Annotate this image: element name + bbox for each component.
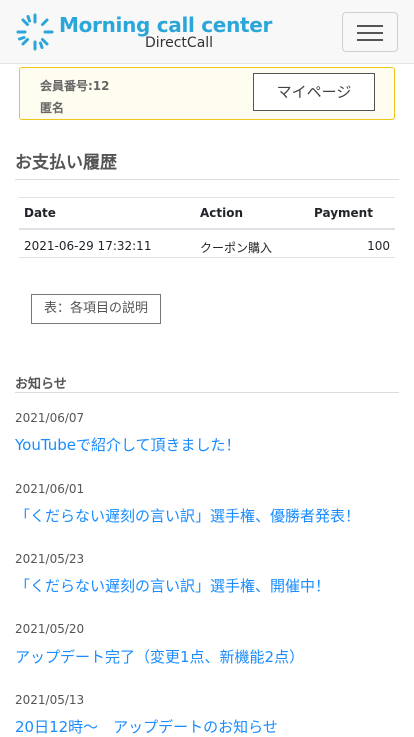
divider [15,392,399,393]
news-date: 2021/05/13 [15,693,85,707]
news-title: お知らせ [15,377,67,392]
logo-sunburst-icon[interactable] [16,13,54,51]
news-link[interactable]: 「くだらない遅刻の言い訳」選手権、優勝者発表！ [15,505,360,526]
menu-toggle-button[interactable] [342,12,398,52]
news-date: 2021/06/01 [15,482,85,496]
member-id: 会員番号:12 [40,79,110,93]
table-description-button[interactable]: 表：各項目の説明 [31,294,161,324]
hamburger-icon-bar [357,32,383,34]
hamburger-icon [357,25,383,27]
news-date: 2021/05/20 [15,622,85,636]
news-link[interactable]: 20日12時〜 アップデートのお知らせ [15,716,278,737]
cell-payment: 100 [367,239,390,253]
member-name: 匿名 [40,101,65,115]
cell-date: 2021-06-29 17:32:11 [24,239,152,253]
news-date: 2021/05/23 [15,552,85,566]
hamburger-icon-bar [357,39,383,41]
column-header-payment: Payment [314,206,373,220]
payment-history-title: お支払い履歴 [15,153,117,173]
brand-name[interactable]: Morning call center [59,13,272,37]
column-header-date: Date [24,206,56,220]
news-link[interactable]: YouTubeで紹介して頂きました！ [15,434,241,455]
news-link[interactable]: アップデート完了（変更1点、新機能2点） [15,646,304,667]
divider [15,179,399,180]
news-link[interactable]: 「くだらない遅刻の言い訳」選手権、開催中！ [15,575,330,596]
mypage-button[interactable]: マイページ [253,73,375,111]
cell-action: クーポン購入 [200,241,273,255]
news-date: 2021/06/07 [15,411,85,425]
navbar: Morning call center DirectCall [0,0,414,64]
brand-subname[interactable]: DirectCall [145,35,213,51]
member-info-box: 会員番号:12 匿名 マイページ [19,67,395,120]
column-header-action: Action [200,206,244,220]
